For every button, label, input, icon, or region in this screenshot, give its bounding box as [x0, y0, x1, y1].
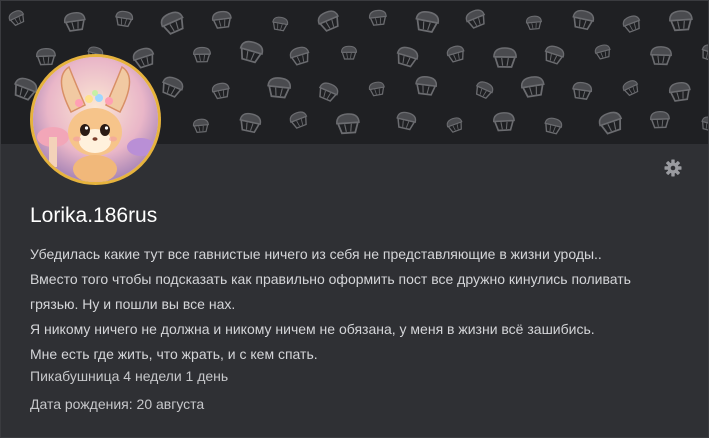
cupcake-icon — [699, 114, 708, 133]
cupcake-icon — [210, 81, 232, 100]
cupcake-icon — [596, 109, 626, 136]
cupcake-icon — [492, 111, 516, 132]
bio-line: Я никому ничего не должна и никому ничем… — [30, 321, 595, 337]
cupcake-icon — [6, 8, 27, 28]
cupcake-icon — [367, 80, 387, 97]
cupcake-icon — [472, 79, 496, 101]
cupcake-icon — [667, 80, 693, 103]
cupcake-icon — [368, 8, 388, 27]
cupcake-icon — [542, 43, 567, 66]
cupcake-icon — [445, 43, 467, 64]
avatar[interactable] — [30, 54, 161, 185]
cupcake-icon — [157, 8, 188, 37]
cupcake-icon — [525, 15, 543, 31]
bio-line: Убедилась какие тут все гавнистые ничего… — [30, 246, 602, 262]
fox-avatar-image — [33, 57, 158, 182]
cupcake-icon — [570, 8, 596, 31]
username: Lorika.186rus — [30, 204, 158, 227]
cupcake-icon — [211, 9, 233, 30]
cupcake-icon — [266, 76, 292, 99]
bio-line: Мне есть где жить, что жрать, и с кем сп… — [30, 346, 318, 362]
cupcake-icon — [394, 110, 418, 132]
cupcake-icon — [620, 13, 643, 34]
cupcake-icon — [649, 45, 673, 66]
cupcake-icon — [335, 112, 361, 135]
cupcake-icon — [62, 10, 88, 33]
cupcake-icon — [699, 42, 708, 63]
profile-bio: Убедилась какие тут все гавнистые ничего… — [30, 242, 680, 367]
cupcake-icon — [620, 78, 641, 98]
bio-line: Вместо того чтобы подсказать как правиль… — [30, 271, 631, 287]
settings-gear-icon[interactable] — [663, 158, 683, 178]
cupcake-icon — [270, 15, 290, 32]
cupcake-icon — [463, 7, 489, 31]
cupcake-icon — [237, 111, 263, 134]
cupcake-icon — [649, 110, 671, 129]
cupcake-icon — [315, 7, 343, 34]
cupcake-icon — [287, 109, 310, 130]
cupcake-icon — [192, 46, 212, 63]
birthday: Дата рождения: 20 августа — [30, 396, 205, 412]
cupcake-icon — [394, 44, 421, 69]
cupcake-icon — [571, 80, 594, 101]
cupcake-icon — [35, 47, 57, 66]
cupcake-icon — [113, 9, 135, 28]
cupcake-icon — [414, 74, 439, 97]
cupcake-icon — [668, 9, 694, 32]
cupcake-icon — [287, 44, 312, 67]
cupcake-icon — [519, 74, 547, 99]
cupcake-icon — [130, 45, 158, 70]
profile-card: Lorika.186rus Убедилась какие тут все га… — [0, 0, 709, 438]
cupcake-icon — [158, 73, 186, 100]
cupcake-icon — [340, 45, 358, 60]
cupcake-icon — [413, 9, 441, 34]
cupcake-icon — [236, 38, 266, 65]
cupcake-icon — [192, 118, 210, 134]
bio-line: грязью. Ну и пошли вы все нах. — [30, 296, 236, 312]
cupcake-icon — [492, 46, 518, 68]
cupcake-icon — [542, 115, 564, 136]
membership-duration: Пикабушница 4 недели 1 день — [30, 368, 229, 384]
cupcake-icon — [315, 79, 341, 104]
cupcake-icon — [445, 115, 465, 134]
cupcake-icon — [593, 42, 613, 61]
